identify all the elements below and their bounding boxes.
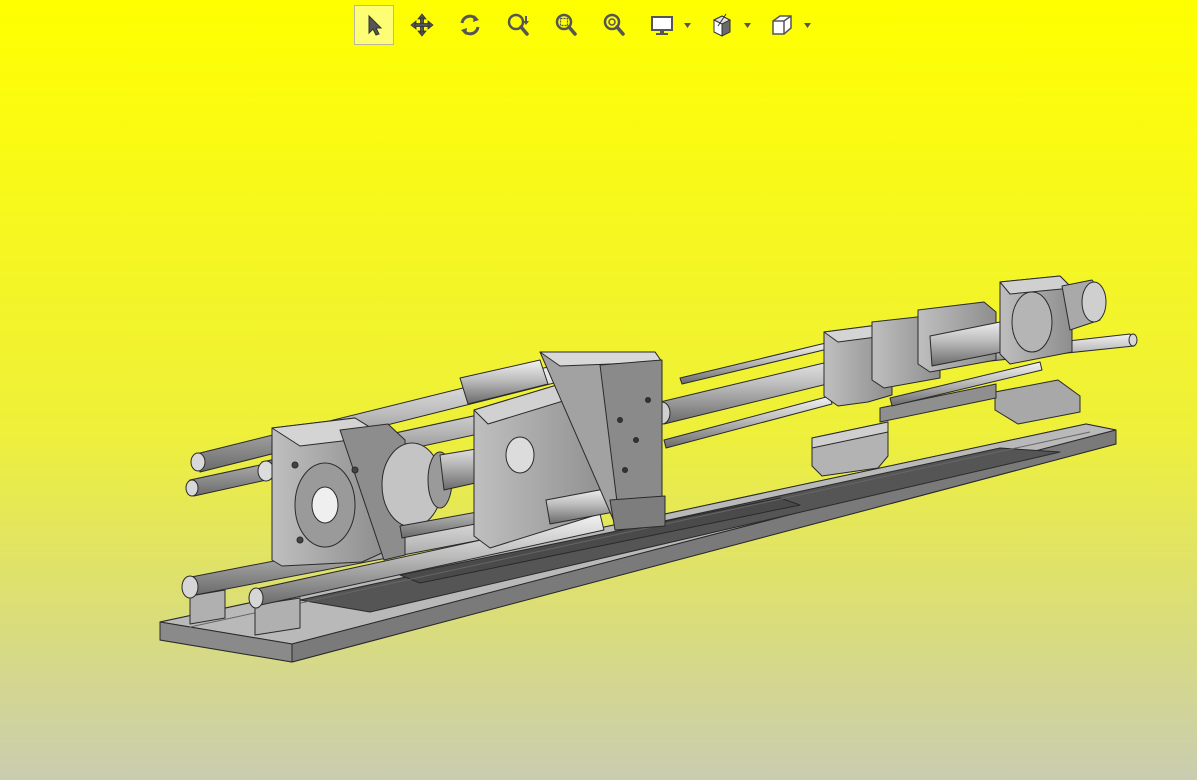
chevron-down-icon xyxy=(803,22,811,28)
section-cube-icon xyxy=(712,13,732,37)
zoom-fit-icon xyxy=(603,13,625,36)
display-mode-dropdown[interactable] xyxy=(682,5,692,45)
section-view-group xyxy=(702,5,752,45)
zoom-window-icon xyxy=(555,13,577,36)
pan-arrows-icon xyxy=(410,13,434,37)
cursor-arrow-icon xyxy=(368,14,383,36)
zoom-fit-button[interactable] xyxy=(594,5,634,45)
zoom-icon xyxy=(507,13,529,36)
cad-3d-viewport[interactable] xyxy=(0,0,1197,780)
view-toolbar xyxy=(354,4,822,46)
chevron-down-icon xyxy=(743,22,751,28)
cube-view-icon xyxy=(772,15,792,35)
chevron-down-icon xyxy=(683,22,691,28)
select-tool-button[interactable] xyxy=(354,5,394,45)
zoom-tool-button[interactable] xyxy=(498,5,538,45)
section-view-button[interactable] xyxy=(702,5,742,45)
display-mode-button[interactable] xyxy=(642,5,682,45)
rotate-icon xyxy=(460,14,480,36)
view-orientation-button[interactable] xyxy=(762,5,802,45)
zoom-window-button[interactable] xyxy=(546,5,586,45)
view-orientation-group xyxy=(762,5,812,45)
display-mode-group xyxy=(642,5,692,45)
monitor-icon xyxy=(651,16,673,35)
view-orientation-dropdown[interactable] xyxy=(802,5,812,45)
pan-tool-button[interactable] xyxy=(402,5,442,45)
rotate-tool-button[interactable] xyxy=(450,5,490,45)
section-view-dropdown[interactable] xyxy=(742,5,752,45)
